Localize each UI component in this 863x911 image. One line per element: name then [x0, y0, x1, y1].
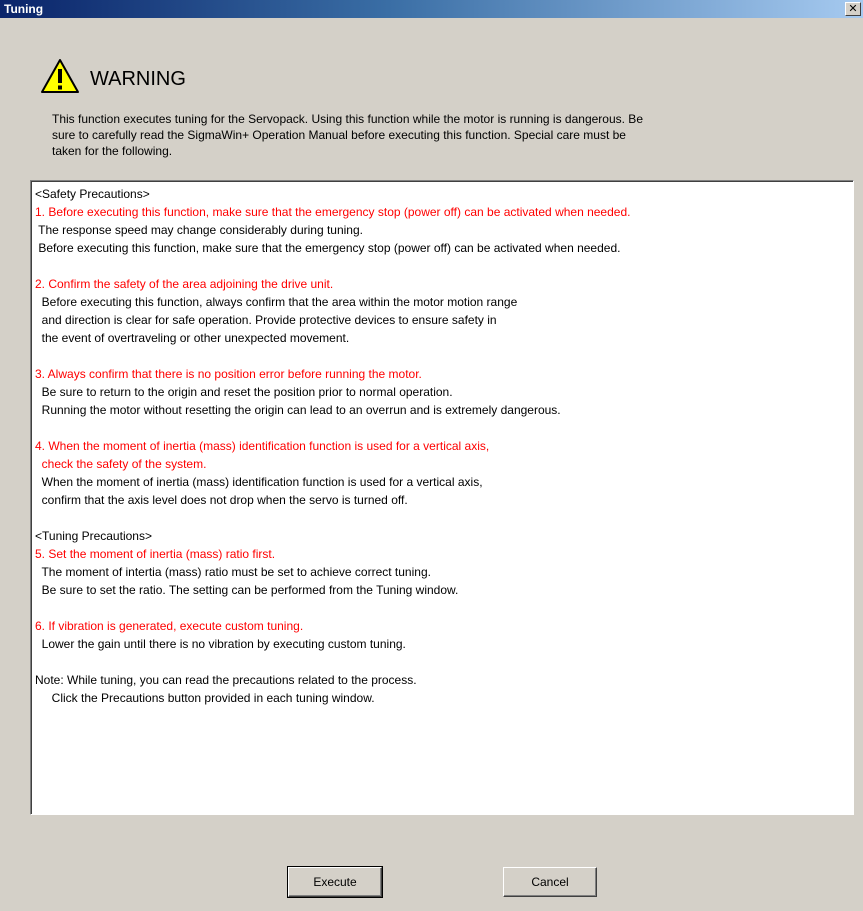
warning-triangle-icon: [41, 59, 79, 93]
precaution-line: and direction is clear for safe operatio…: [35, 313, 497, 327]
precaution-heading: 2. Confirm the safety of the area adjoin…: [35, 277, 334, 291]
precaution-line: <Safety Precautions>: [35, 187, 150, 201]
precaution-line: [35, 419, 853, 437]
precaution-line: [35, 653, 853, 671]
precaution-line: [35, 509, 853, 527]
intro-line: sure to carefully read the SigmaWin+ Ope…: [52, 128, 626, 142]
precaution-line: Lower the gain until there is no vibrati…: [35, 637, 406, 651]
precaution-line: [35, 257, 853, 275]
precaution-heading: 1. Before executing this function, make …: [35, 205, 631, 219]
precaution-heading: 3. Always confirm that there is no posit…: [35, 367, 422, 381]
precaution-line: Be sure to set the ratio. The setting ca…: [35, 583, 459, 597]
warning-intro: This function executes tuning for the Se…: [52, 111, 832, 159]
cancel-button-label: Cancel: [531, 875, 569, 889]
precaution-heading: 4. When the moment of inertia (mass) ide…: [35, 439, 490, 453]
precautions-content: <Safety Precautions> 1. Before executing …: [31, 181, 853, 707]
precaution-line: When the moment of inertia (mass) identi…: [35, 475, 483, 489]
title-bar[interactable]: Tuning ✕: [0, 0, 863, 18]
precaution-line: The moment of intertia (mass) ratio must…: [35, 565, 431, 579]
close-button[interactable]: ✕: [845, 2, 861, 16]
precaution-line: confirm that the axis level does not dro…: [35, 493, 408, 507]
precaution-line: the event of overtraveling or other unex…: [35, 331, 350, 345]
precaution-line: Before executing this function, always c…: [35, 295, 518, 309]
window-title: Tuning: [4, 2, 44, 16]
precaution-heading: check the safety of the system.: [35, 457, 207, 471]
intro-line: taken for the following.: [52, 144, 173, 158]
close-icon: ✕: [848, 2, 858, 15]
warning-title: WARNING: [90, 68, 186, 90]
precaution-line: Be sure to return to the origin and rese…: [35, 385, 453, 399]
precaution-line: Before executing this function, make sur…: [35, 241, 621, 255]
precaution-line: [35, 599, 853, 617]
execute-button-label: Execute: [313, 875, 357, 889]
precaution-heading: 5. Set the moment of inertia (mass) rati…: [35, 547, 276, 561]
precaution-line: <Tuning Precautions>: [35, 529, 152, 543]
precaution-line: The response speed may change considerab…: [35, 223, 363, 237]
precaution-line: [35, 347, 853, 365]
precaution-line: Running the motor without resetting the …: [35, 403, 561, 417]
precaution-line: Click the Precautions button provided in…: [35, 691, 375, 705]
cancel-button[interactable]: Cancel: [503, 867, 597, 897]
precautions-textbox[interactable]: <Safety Precautions> 1. Before executing …: [30, 180, 854, 815]
execute-button[interactable]: Execute: [287, 866, 383, 898]
precaution-line: Note: While tuning, you can read the pre…: [35, 673, 417, 687]
intro-line: This function executes tuning for the Se…: [52, 112, 643, 126]
precaution-heading: 6. If vibration is generated, execute cu…: [35, 619, 304, 633]
